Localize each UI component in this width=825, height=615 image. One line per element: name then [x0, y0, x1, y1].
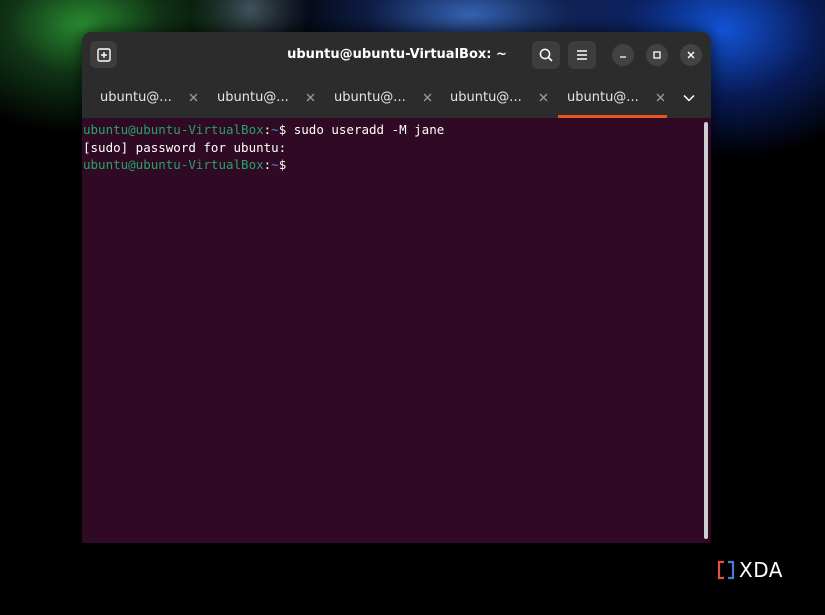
terminal-line: [sudo] password for ubuntu:: [83, 139, 286, 157]
new-tab-icon: [96, 47, 111, 62]
tab-close-button[interactable]: [421, 91, 434, 104]
close-icon: [656, 93, 665, 102]
command-text: sudo useradd -M jane: [293, 122, 445, 137]
terminal-output[interactable]: ubuntu@ubuntu-VirtualBox:~$ sudo useradd…: [82, 118, 711, 543]
close-icon: [189, 93, 198, 102]
maximize-icon: [653, 51, 661, 59]
tab-label: ubuntu@...: [450, 90, 522, 105]
search-icon: [539, 48, 553, 62]
minimize-button[interactable]: [612, 44, 634, 66]
minimize-icon: [620, 56, 626, 58]
prompt-symbol: $: [278, 157, 287, 172]
prompt-path: ~: [271, 157, 279, 172]
maximize-button[interactable]: [646, 44, 668, 66]
tab-close-button[interactable]: [187, 91, 200, 104]
prompt-user-host: ubuntu@ubuntu-VirtualBox: [83, 122, 264, 137]
main-menu-button[interactable]: [568, 41, 596, 69]
close-icon: [687, 51, 695, 59]
tab-1[interactable]: ubuntu@...: [91, 77, 200, 118]
search-button[interactable]: [532, 41, 560, 69]
terminal-line: ubuntu@ubuntu-VirtualBox:~$ sudo useradd…: [83, 121, 444, 139]
window-title: ubuntu@ubuntu-VirtualBox: ~: [287, 47, 507, 62]
watermark-text: XDA: [739, 558, 783, 582]
hamburger-menu-icon: [577, 50, 587, 60]
title-bar[interactable]: ubuntu@ubuntu-VirtualBox: ~: [82, 32, 711, 77]
tab-3[interactable]: ubuntu@...: [325, 77, 434, 118]
chevron-down-icon: [683, 94, 695, 102]
xda-watermark: XDA: [717, 558, 783, 582]
terminal-line: ubuntu@ubuntu-VirtualBox:~$: [83, 156, 286, 174]
scrollbar[interactable]: [704, 122, 708, 539]
new-tab-button[interactable]: [90, 41, 117, 68]
prompt-user-host: ubuntu@ubuntu-VirtualBox: [83, 157, 264, 172]
tab-close-button[interactable]: [304, 91, 317, 104]
close-icon: [423, 93, 432, 102]
tab-close-button[interactable]: [537, 91, 550, 104]
tab-bar: ubuntu@... ubuntu@... ubuntu@... ubuntu@…: [82, 77, 711, 118]
tab-close-button[interactable]: [654, 91, 667, 104]
tab-list-button[interactable]: [680, 89, 698, 107]
prompt-path: ~: [271, 122, 279, 137]
output-text: [sudo] password for ubuntu:: [83, 139, 287, 155]
close-icon: [539, 93, 548, 102]
tab-5-active[interactable]: ubuntu@...: [558, 77, 667, 118]
terminal-window: ubuntu@ubuntu-VirtualBox: ~ ubuntu@... u…: [82, 32, 711, 543]
close-button[interactable]: [680, 44, 702, 66]
tab-label: ubuntu@...: [100, 90, 172, 105]
tab-label: ubuntu@...: [217, 90, 289, 105]
tab-2[interactable]: ubuntu@...: [208, 77, 317, 118]
tab-label: ubuntu@...: [334, 90, 406, 105]
prompt-symbol: $: [278, 122, 294, 137]
tab-4[interactable]: ubuntu@...: [441, 77, 550, 118]
tab-label: ubuntu@...: [567, 90, 639, 105]
xda-logo-icon: [717, 560, 735, 580]
close-icon: [306, 93, 315, 102]
